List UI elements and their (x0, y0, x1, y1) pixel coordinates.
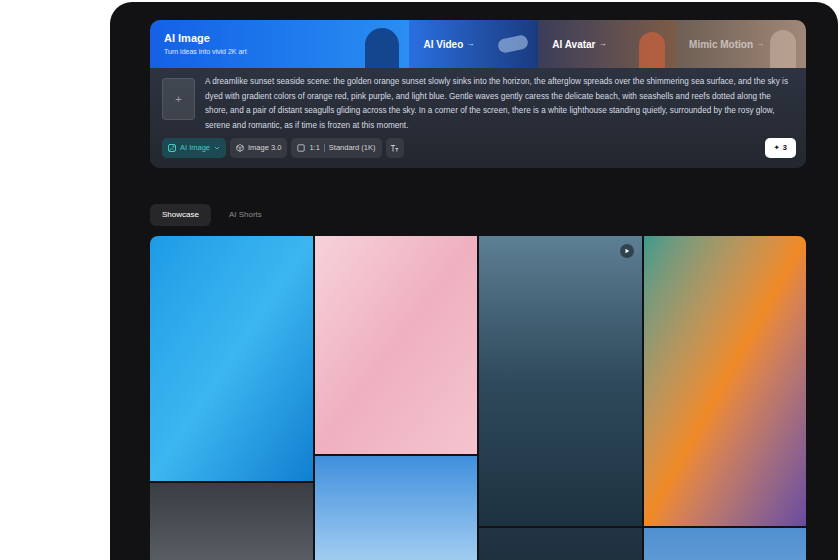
feature-title: Mimic Motion (689, 37, 753, 52)
quality-label: Standard (1K) (329, 142, 376, 153)
showcase-gallery (150, 236, 806, 560)
mode-label: AI Image (180, 142, 210, 153)
model-label: Image 3.0 (248, 142, 281, 153)
content-tab[interactable]: Showcase (150, 204, 211, 226)
divider (324, 144, 325, 152)
gallery-item[interactable] (644, 528, 807, 560)
ratio-label: 1:1 (309, 142, 319, 153)
arrow-icon: → (599, 38, 607, 50)
feature-tab[interactable]: AI Image Turn ideas into vivid 2K art (150, 20, 409, 68)
mode-dropdown[interactable]: AI Image (162, 138, 226, 158)
gallery-item[interactable] (644, 236, 807, 526)
feature-title: AI Image (164, 31, 247, 45)
content-tab[interactable]: AI Shorts (217, 204, 274, 226)
feature-thumbnail (497, 34, 529, 54)
text-settings-button[interactable] (386, 138, 404, 158)
gallery-item[interactable] (315, 456, 478, 560)
feature-tab-label: AI Video→ (423, 37, 474, 52)
gallery-column (150, 236, 313, 560)
feature-title-row: AI Video→ (423, 37, 474, 52)
feature-tab[interactable]: AI Avatar → (538, 20, 675, 68)
gallery-item[interactable] (150, 483, 313, 560)
square-icon (297, 144, 305, 152)
feature-banner: AI Image Turn ideas into vivid 2K art AI V… (150, 20, 806, 68)
sparkle-icon: ✦ (774, 142, 780, 153)
gallery-column (315, 236, 478, 560)
app-panel: AI Image Turn ideas into vivid 2K art AI V… (110, 2, 838, 560)
text-size-icon (390, 144, 399, 153)
toolbar-chips: AI Image Image 3.0 1:1 Standard (1K) (162, 138, 404, 158)
creation-card: AI Image Turn ideas into vivid 2K art AI V… (150, 20, 806, 168)
arrow-icon: → (466, 38, 474, 50)
feature-subtitle: Turn ideas into vivid 2K art (164, 47, 247, 57)
feature-title: AI Avatar (552, 37, 595, 52)
play-icon (620, 244, 634, 258)
feature-thumbnail (365, 28, 399, 68)
gallery-column (644, 236, 807, 560)
chevron-down-icon (214, 145, 220, 151)
gallery-item[interactable] (315, 236, 478, 454)
feature-tab[interactable]: Mimic Motion→ (675, 20, 806, 68)
feature-tab-label: Mimic Motion→ (689, 37, 764, 52)
upload-button[interactable]: + (162, 78, 195, 120)
gallery-item[interactable] (150, 236, 313, 481)
gallery-item[interactable] (479, 528, 642, 560)
prompt-text[interactable]: A dreamlike sunset seaside scene: the go… (205, 75, 794, 133)
prompt-row: + A dreamlike sunset seaside scene: the g… (162, 78, 794, 133)
model-chip[interactable]: Image 3.0 (230, 138, 287, 158)
image-icon (168, 144, 176, 152)
feature-title-row: Mimic Motion→ (689, 37, 764, 52)
content-tab-label: Showcase (162, 209, 199, 221)
feature-tab-label: AI Avatar → (552, 37, 606, 52)
arrow-icon: → (756, 38, 764, 50)
cube-icon (236, 144, 244, 152)
generate-button[interactable]: ✦3 (765, 138, 796, 158)
gallery-item[interactable] (479, 236, 642, 526)
prompt-area: + A dreamlike sunset seaside scene: the g… (150, 68, 806, 168)
content-tabs: Showcase AI Shorts (150, 204, 806, 226)
feature-thumbnail (639, 32, 665, 68)
feature-title: AI Video (423, 37, 463, 52)
toolbar: AI Image Image 3.0 1:1 Standard (1K) ✦3 (162, 138, 794, 158)
feature-thumbnail (770, 30, 796, 68)
plus-icon: + (175, 91, 181, 108)
ratio-chip[interactable]: 1:1 Standard (1K) (291, 138, 381, 158)
content-tab-label: AI Shorts (229, 209, 262, 221)
feature-tab-label: AI Image Turn ideas into vivid 2K art (164, 31, 247, 57)
gallery-column (479, 236, 642, 560)
feature-tab[interactable]: AI Video→ (409, 20, 538, 68)
feature-title-row: AI Avatar → (552, 37, 606, 52)
credit-cost: 3 (783, 142, 787, 153)
